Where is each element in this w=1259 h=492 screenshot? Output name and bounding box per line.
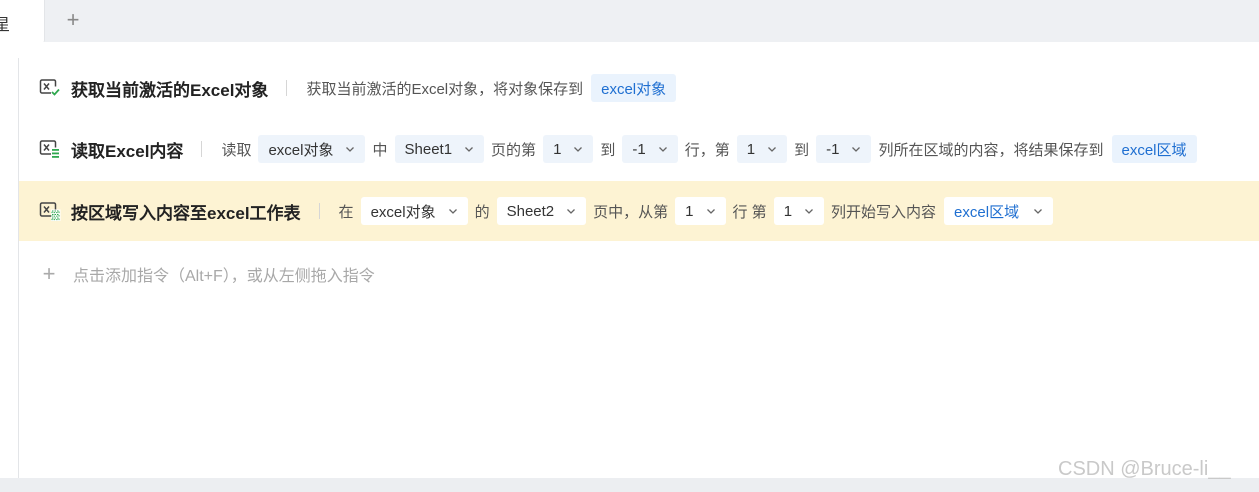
tab-active[interactable]: 星 — [0, 0, 45, 42]
command-text: 行 第 — [732, 203, 767, 221]
chevron-down-icon — [1034, 209, 1043, 214]
variable-select[interactable]: excel区域 — [944, 197, 1054, 225]
plus-icon: + — [42, 261, 56, 286]
param-value: -1 — [826, 140, 840, 158]
excel-get-icon — [39, 79, 61, 98]
tab-label: 星 — [0, 17, 11, 34]
chevron-down-icon — [658, 147, 667, 152]
param-value: 1 — [783, 202, 793, 220]
command-text: 到 — [794, 141, 810, 159]
command-text: 读取 — [221, 141, 252, 159]
command-text: 页的第 — [491, 141, 537, 159]
chevron-down-icon — [567, 209, 576, 214]
divider — [286, 80, 288, 96]
command-text: 行，第 — [684, 141, 730, 159]
chevron-down-icon — [346, 147, 355, 152]
param-value: 1 — [746, 140, 756, 158]
command-text: 到 — [600, 141, 616, 159]
command-title: 读取Excel内容 — [71, 141, 184, 161]
output-variable[interactable]: excel对象 — [591, 74, 677, 102]
command-text: 页中，从第 — [593, 203, 669, 221]
chevron-down-icon — [706, 209, 715, 214]
param-value: Sheet2 — [506, 202, 555, 220]
command-text: 在 — [338, 203, 354, 221]
chevron-down-icon — [852, 147, 861, 152]
variable-name: excel区域 — [1121, 141, 1187, 159]
tab-bar: 星 + — [0, 0, 1259, 42]
param-select[interactable]: excel对象 — [360, 197, 468, 225]
param-select[interactable]: -1 — [622, 135, 678, 163]
chevron-down-icon — [465, 147, 474, 152]
param-value: 1 — [685, 202, 694, 220]
add-command-hint: 点击添加指令（Alt+F），或从左侧拖入指令 — [73, 268, 375, 285]
param-select[interactable]: 1 — [736, 135, 788, 163]
param-select[interactable]: excel对象 — [258, 135, 366, 163]
param-select[interactable]: Sheet1 — [394, 135, 485, 163]
command-row[interactable]: 获取当前激活的Excel对象 获取当前激活的Excel对象，将对象保存到 excel… — [19, 58, 1259, 118]
divider — [201, 141, 203, 157]
excel-read-icon — [39, 140, 61, 159]
command-row[interactable]: 读取Excel内容 读取 excel对象 中 Sheet1 页的第 1 到 -1 行，第 1 到 -1 列… — [19, 119, 1259, 179]
param-select[interactable]: 1 — [675, 197, 726, 225]
chevron-down-icon — [574, 147, 583, 152]
param-value: excel对象 — [268, 141, 334, 159]
add-tab-button[interactable]: + — [62, 7, 84, 33]
command-text: 中 — [372, 141, 388, 159]
add-command-row[interactable]: + 点击添加指令（Alt+F），或从左侧拖入指令 — [39, 258, 375, 290]
param-select[interactable]: 1 — [543, 135, 594, 163]
param-value: -1 — [632, 140, 646, 158]
param-value: 1 — [553, 140, 562, 158]
excel-write-icon — [39, 202, 61, 221]
param-select[interactable]: -1 — [816, 135, 872, 163]
variable-name: excel区域 — [954, 203, 1020, 221]
param-value: Sheet1 — [404, 140, 453, 158]
divider — [318, 203, 320, 219]
chevron-down-icon — [768, 147, 777, 152]
command-editor: 获取当前激活的Excel对象 获取当前激活的Excel对象，将对象保存到 excel… — [18, 58, 1259, 478]
param-select[interactable]: Sheet2 — [496, 197, 587, 225]
variable-name: excel对象 — [601, 80, 667, 98]
watermark: CSDN @Bruce-li__ — [1058, 458, 1231, 480]
command-text: 列开始写入内容 — [831, 203, 937, 221]
command-text: 获取当前激活的Excel对象，将对象保存到 — [306, 80, 584, 98]
chevron-down-icon — [448, 209, 457, 214]
command-text: 的 — [474, 203, 490, 221]
command-title: 获取当前激活的Excel对象 — [71, 80, 269, 100]
param-value: excel对象 — [370, 203, 436, 221]
command-row[interactable]: 按区域写入内容至excel工作表 在 excel对象 的 Sheet2 页中，从第 1 行 第… — [19, 181, 1259, 241]
chevron-down-icon — [805, 209, 813, 214]
command-title: 按区域写入内容至excel工作表 — [71, 203, 301, 223]
output-variable[interactable]: excel区域 — [1111, 135, 1197, 163]
command-text: 列所在区域的内容，将结果保存到 — [878, 141, 1104, 159]
param-select[interactable]: 1 — [773, 197, 825, 225]
